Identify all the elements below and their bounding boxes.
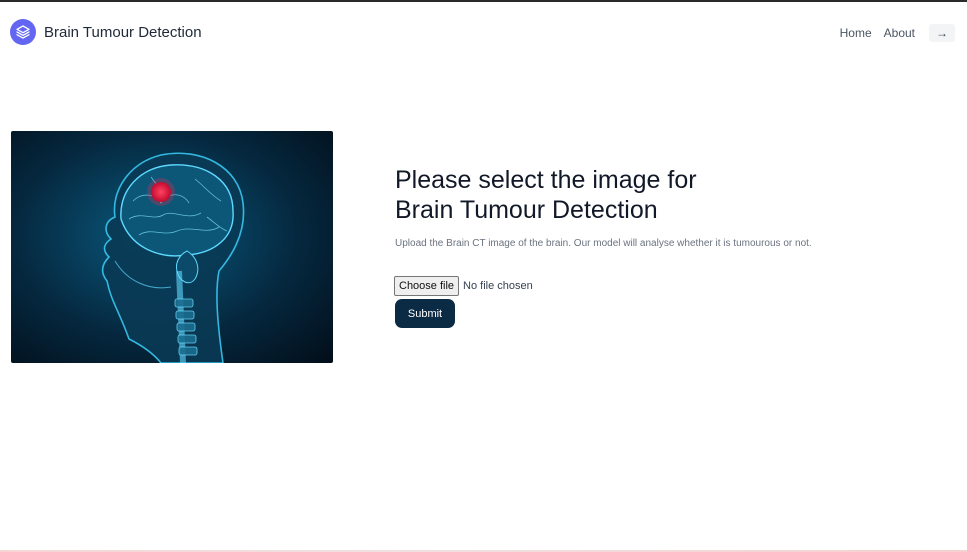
header: Brain Tumour Detection Home About → (0, 2, 967, 64)
file-status-text: No file chosen (463, 280, 533, 292)
page-title: Please select the image for Brain Tumour… (395, 165, 935, 225)
choose-file-button[interactable]: Choose file (394, 276, 460, 296)
title-line-2: Brain Tumour Detection (395, 196, 658, 224)
page: Brain Tumour Detection Home About → Plea… (0, 0, 967, 552)
top-nav: Home About → (840, 24, 955, 42)
page-description: Upload the Brain CT image of the brain. … (395, 238, 812, 249)
nav-about[interactable]: About (884, 26, 915, 40)
brain-scan-image (11, 131, 333, 363)
title-line-1: Please select the image for (395, 166, 697, 194)
layers-icon[interactable] (10, 19, 36, 45)
submit-button[interactable]: Submit (395, 299, 455, 328)
file-input: Choose file No file chosen (394, 276, 533, 296)
nav-home[interactable]: Home (840, 26, 872, 40)
arrow-right-icon[interactable]: → (929, 24, 955, 42)
brand-name[interactable]: Brain Tumour Detection (44, 24, 202, 41)
